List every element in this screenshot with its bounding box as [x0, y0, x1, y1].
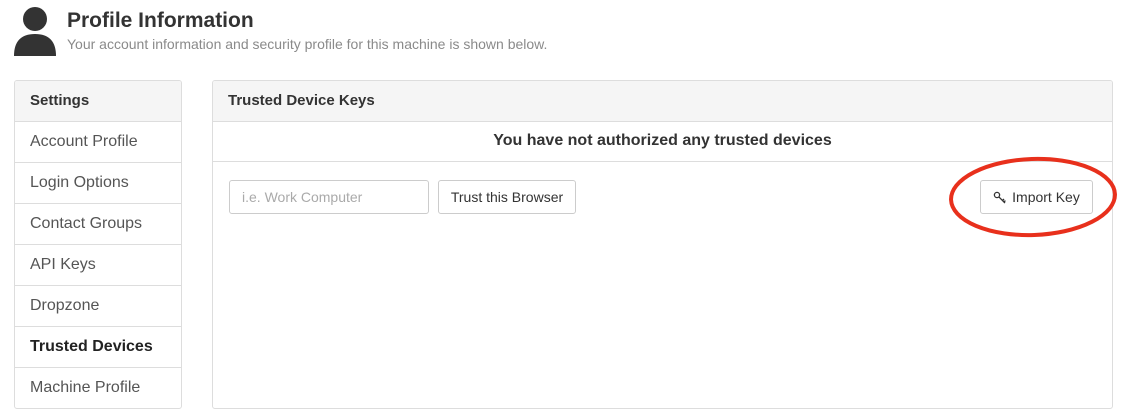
sidebar-item-dropzone[interactable]: Dropzone	[15, 286, 181, 327]
profile-page: Profile Information Your account informa…	[0, 0, 1123, 418]
sidebar-item-account-profile[interactable]: Account Profile	[15, 122, 181, 163]
page-title: Profile Information	[67, 9, 254, 32]
trust-browser-button[interactable]: Trust this Browser	[438, 180, 576, 214]
settings-sidebar: Settings Account Profile Login Options C…	[14, 80, 182, 409]
page-subtitle: Your account information and security pr…	[67, 36, 548, 52]
sidebar-item-api-keys[interactable]: API Keys	[15, 245, 181, 286]
sidebar-heading: Settings	[15, 81, 181, 122]
trusted-device-keys-panel: Trusted Device Keys You have not authori…	[212, 80, 1113, 409]
trust-browser-button-label: Trust this Browser	[450, 189, 564, 205]
sidebar-item-login-options[interactable]: Login Options	[15, 163, 181, 204]
sidebar-item-trusted-devices[interactable]: Trusted Devices	[15, 327, 181, 368]
user-icon	[14, 7, 56, 56]
device-name-input[interactable]	[229, 180, 429, 214]
sidebar-item-contact-groups[interactable]: Contact Groups	[15, 204, 181, 245]
sidebar-item-machine-profile[interactable]: Machine Profile	[15, 368, 181, 408]
import-key-button-label: Import Key	[1012, 189, 1080, 205]
import-key-button[interactable]: Import Key	[980, 180, 1093, 214]
panel-heading: Trusted Device Keys	[213, 81, 1112, 122]
empty-state-notice: You have not authorized any trusted devi…	[213, 122, 1112, 162]
key-icon	[993, 191, 1007, 204]
